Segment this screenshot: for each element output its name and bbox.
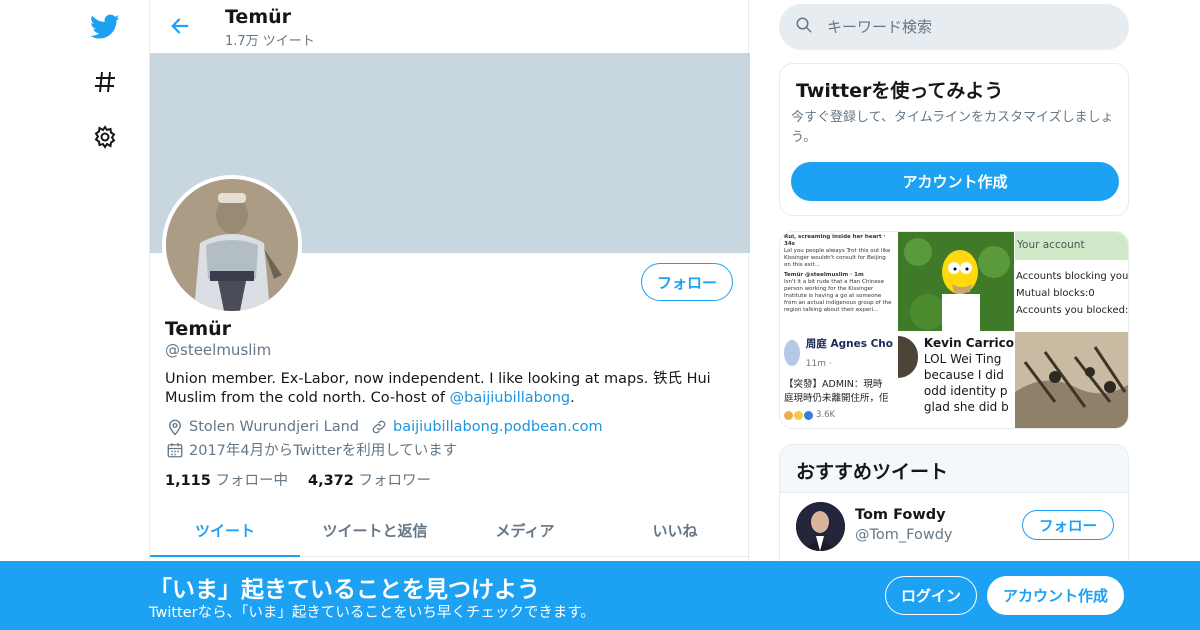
reaction-emoji-icon	[794, 410, 803, 420]
media-tile4-text2: 庭現時仍未離開住所，佢	[784, 393, 889, 404]
signup-card-title: Twitterを使ってみよう	[796, 80, 1004, 102]
profile-joined-row: 2017年4月からTwitterを利用しています	[165, 439, 457, 460]
recommended-user-name[interactable]: Tom Fowdy	[855, 507, 946, 523]
twitter-profile-page: Temür 1.7万 ツイート フォロー Temür @steelmuslim …	[0, 0, 1200, 630]
signup-card-subtitle: 今すぐ登録して、タイムラインをカスタマイズしましょう。	[791, 110, 1114, 145]
tab-likes[interactable]: いいね	[600, 505, 750, 556]
media-tile4-name: 周庭 Agnes Cho	[805, 338, 893, 350]
media-tile5-avatar	[898, 336, 918, 378]
media-thumb-cartoon[interactable]	[898, 232, 1014, 331]
following-count: 1,115	[165, 473, 211, 489]
profile-tabs: ツイート ツイートと返信 メディア いいね	[150, 505, 750, 557]
recommended-title: おすすめツイート	[796, 461, 949, 483]
bottom-signup-banner: 「いま」起きていることを見つけよう Twitterなら、「いま」起きていることを…	[0, 561, 1200, 630]
twitter-bird-icon[interactable]	[90, 12, 120, 42]
following-label: フォロー中	[215, 473, 288, 489]
profile-location: Stolen Wurundjeri Land	[189, 419, 359, 435]
recommended-user-avatar[interactable]	[796, 502, 845, 551]
hashtag-icon[interactable]	[90, 67, 120, 97]
bio-end: .	[570, 390, 575, 406]
recommended-follow-button[interactable]: フォロー	[1022, 510, 1114, 540]
media-tile4-time: 11m ·	[805, 359, 832, 369]
profile-display-name: Temür	[165, 318, 232, 340]
bio-text: Union member. Ex-Labor, now independent.…	[165, 371, 711, 406]
media-tile3-header: Your account	[1015, 232, 1128, 260]
profile-header-bar: Temür 1.7万 ツイート	[150, 0, 748, 53]
create-account-button[interactable]: アカウント作成	[791, 162, 1119, 201]
media-tile4-text1: 【突發】ADMIN：現時	[784, 379, 883, 390]
media-tile3-line2: Mutual blocks:0	[1016, 288, 1095, 299]
settings-gear-icon[interactable]	[90, 122, 120, 152]
media-thumb-tweet-screenshot[interactable]: Rui, screaming inside her heart · 34s Lo…	[780, 232, 897, 331]
calendar-icon	[165, 440, 185, 460]
bio-mention-link[interactable]: @baijiubillabong	[450, 390, 571, 406]
media-tile5-line2: because I did	[923, 368, 1004, 382]
profile-follow-counts: 1,115 フォロー中 4,372 フォロワー	[165, 469, 431, 490]
tab-tweets[interactable]: ツイート	[150, 505, 300, 557]
profile-handle: @steelmuslim	[165, 341, 272, 359]
profile-location-row: Stolen Wurundjeri Land baijiubillabong.p…	[165, 417, 603, 437]
media-thumb-chinese-tweet[interactable]: 周庭 Agnes Cho 11m · 【突發】ADMIN：現時 庭現時仍未離開住…	[780, 332, 897, 428]
profile-website-link[interactable]: baijiubillabong.podbean.com	[393, 419, 603, 435]
search-input[interactable]	[827, 18, 1107, 36]
followers-count: 4,372	[307, 473, 354, 489]
followers-stat[interactable]: 4,372 フォロワー	[308, 469, 431, 490]
bottom-banner-title: 「いま」起きていることを見つけよう	[149, 577, 540, 603]
recommended-user-handle: @Tom_Fowdy	[855, 527, 953, 543]
signup-promo-card: Twitterを使ってみよう 今すぐ登録して、タイムラインをカスタマイズしましょ…	[779, 63, 1129, 216]
media-tile1-line3: Temür @steelmuslim · 1m	[784, 272, 864, 278]
media-tile1-line4: Isn't it a bit rude that a Han Chinese p…	[784, 279, 892, 313]
bottom-banner-subtitle: Twitterなら、「いま」起きていることをいち早くチェックできます。	[149, 605, 595, 621]
profile-joined-date: 2017年4月からTwitterを利用しています	[189, 443, 458, 459]
reaction-emoji-icon	[784, 410, 793, 420]
header-tweet-count: 1.7万 ツイート	[225, 34, 315, 49]
signup-button[interactable]: アカウント作成	[987, 576, 1124, 615]
location-pin-icon	[165, 417, 185, 437]
media-tile3-line1: Accounts blocking you:12	[1016, 271, 1129, 282]
tab-tweets-and-replies[interactable]: ツイートと返信	[300, 505, 450, 556]
media-tile5-name: Kevin Carrico	[923, 336, 1014, 350]
follow-button[interactable]: フォロー	[641, 263, 733, 301]
media-gallery-card: Rui, screaming inside her heart · 34s Lo…	[779, 231, 1129, 429]
main-column: Temür 1.7万 ツイート フォロー Temür @steelmuslim …	[149, 0, 750, 630]
following-stat[interactable]: 1,115 フォロー中	[165, 469, 288, 490]
media-thumb-account-stats[interactable]: Your account Accounts blocking you:12 Mu…	[1015, 232, 1129, 331]
link-chain-icon	[369, 417, 389, 437]
media-tile4-count: 3.6K	[816, 410, 836, 420]
search-icon	[795, 16, 813, 38]
media-tile4-avatar	[784, 340, 800, 366]
media-tile1-line2: Lol you people always Trot this out like…	[784, 248, 891, 268]
media-thumb-historical-painting[interactable]	[1015, 332, 1128, 428]
media-tile1-line1: Rui, screaming inside her heart · 34s	[784, 234, 886, 247]
profile-bio: Union member. Ex-Labor, now independent.…	[165, 370, 740, 408]
profile-avatar[interactable]	[162, 175, 302, 315]
recommended-user-row[interactable]: Tom Fowdy @Tom_Fowdy フォロー	[780, 492, 1128, 562]
media-tile5-line4: glad she did b	[923, 400, 1009, 414]
login-button[interactable]: ログイン	[885, 576, 977, 615]
search-box[interactable]	[779, 4, 1129, 50]
media-tile3-line3: Accounts you blocked:7	[1016, 305, 1129, 316]
header-display-name: Temür	[225, 6, 292, 28]
media-tile5-line1: LOL Wei Ting	[923, 352, 1002, 366]
reaction-like-icon	[804, 410, 813, 420]
media-thumb-kevin-tweet[interactable]: Kevin Carrico LOL Wei Ting because I did…	[898, 332, 1014, 428]
media-grid: Rui, screaming inside her heart · 34s Lo…	[780, 232, 1129, 428]
followers-label: フォロワー	[358, 473, 431, 489]
back-arrow-icon[interactable]	[166, 12, 194, 40]
tab-media[interactable]: メディア	[450, 505, 600, 556]
media-tile5-line3: odd identity p	[923, 384, 1008, 398]
